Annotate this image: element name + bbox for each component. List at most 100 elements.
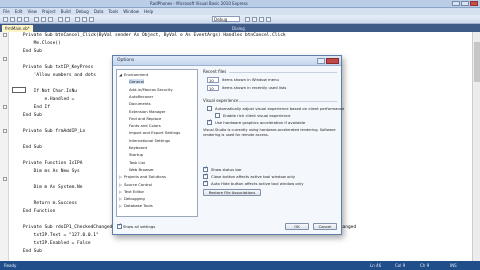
tree-expander-icon[interactable]: ▷ <box>119 189 122 194</box>
tree-expander-icon[interactable]: ◢ <box>119 72 122 77</box>
dialog-help-button[interactable] <box>317 58 325 64</box>
tree-item[interactable]: Import and Export Settings <box>129 130 180 135</box>
menu-edit[interactable]: Edit <box>15 9 23 14</box>
minimize-button[interactable] <box>452 1 460 6</box>
open-file-icon[interactable] <box>10 17 15 22</box>
collapse-toggle[interactable] <box>3 57 7 61</box>
copy-icon[interactable] <box>41 17 46 22</box>
config-select[interactable]: Debug <box>212 16 240 22</box>
menu-debug[interactable]: Debug <box>76 9 89 14</box>
collapse-toggle[interactable] <box>3 33 7 37</box>
scroll-thumb[interactable] <box>474 42 480 82</box>
code-line: Dim m As System.Ne <box>12 185 83 190</box>
redo-icon[interactable] <box>65 17 70 22</box>
tree-expander-icon[interactable]: ▷ <box>119 174 122 179</box>
tree-item[interactable]: Text Editor <box>124 189 144 194</box>
tree-item[interactable]: Fonts and Colors <box>129 123 161 128</box>
tree-expander-icon[interactable]: ▷ <box>119 203 122 208</box>
find-icon[interactable] <box>245 17 250 22</box>
maximize-button[interactable] <box>461 1 469 6</box>
hw-accel-checkbox[interactable] <box>207 119 212 125</box>
close-button[interactable] <box>470 1 478 6</box>
code-line: Private Function IsIPA <box>12 161 83 166</box>
code-line: Private Sub btnCancel_Click(ByVal sender… <box>12 33 286 38</box>
menu-tools[interactable]: Tools <box>108 9 118 14</box>
ok-button[interactable]: OK <box>285 223 309 230</box>
save-icon[interactable] <box>17 17 22 22</box>
tree-item[interactable]: Keyboard <box>129 145 147 150</box>
menu-file[interactable]: File <box>3 9 10 14</box>
tree-item[interactable]: Database Tools <box>124 203 153 208</box>
menu-view[interactable]: View <box>27 9 37 14</box>
auto-hide-checkbox[interactable] <box>203 180 208 186</box>
dialog-close-button[interactable] <box>326 58 339 64</box>
tree-item[interactable]: Web Browser <box>129 167 154 172</box>
hw-accel-label: Use hardware graphics acceleration if av… <box>215 120 306 125</box>
code-line: End Sub <box>12 145 42 150</box>
pause-icon[interactable] <box>82 17 87 22</box>
start-debug-icon[interactable] <box>75 17 80 22</box>
window-title: RadPhones - Microsoft Visual Basic 2010 … <box>150 1 248 6</box>
tree-item[interactable]: Startup <box>129 152 143 157</box>
cancel-button[interactable]: Cancel <box>313 223 337 230</box>
dialog-window-controls <box>317 58 339 64</box>
show-all-settings-label: Show all settings <box>123 224 156 229</box>
tree-item[interactable]: Find and Replace <box>129 116 161 121</box>
options-panel: Recent files 10 items shown in Window me… <box>203 69 344 217</box>
menu-window[interactable]: Window <box>123 9 139 14</box>
tree-item[interactable]: Task List <box>129 160 145 165</box>
divider <box>229 72 337 73</box>
recent-files-heading: Recent files <box>203 69 227 74</box>
rich-client-checkbox[interactable] <box>215 113 220 118</box>
divider <box>237 101 337 102</box>
status-text: Ready <box>4 263 17 268</box>
vertical-scrollbar[interactable] <box>472 32 480 261</box>
menu-bar: File Edit View Project Build Debug Data … <box>0 8 480 15</box>
tree-item[interactable]: General <box>129 79 144 85</box>
status-bar-checkbox[interactable] <box>203 166 208 172</box>
stop-icon[interactable] <box>89 17 94 22</box>
tree-expander-icon[interactable]: ▷ <box>119 182 122 187</box>
tree-item[interactable]: International Settings <box>129 138 170 143</box>
menu-data[interactable]: Data <box>94 9 104 14</box>
auto-adjust-checkbox[interactable] <box>207 106 212 111</box>
paste-icon[interactable] <box>48 17 53 22</box>
new-project-icon[interactable] <box>3 17 8 22</box>
status-line: Ln 46 <box>370 263 382 268</box>
code-line: End Sub <box>12 249 42 254</box>
tree-item[interactable]: AutoRecover <box>129 94 153 99</box>
restore-associations-button[interactable]: Restore File Associations <box>203 189 261 196</box>
close-tabs-checkbox[interactable] <box>203 173 208 179</box>
tree-item[interactable]: Source Control <box>124 182 152 187</box>
tree-item[interactable]: Environment <box>124 72 148 77</box>
code-line: txtIP.Text = "127.0.0.1" <box>12 233 99 238</box>
collapse-toggle[interactable] <box>3 177 7 181</box>
collapse-toggle[interactable] <box>3 105 7 109</box>
options-tree[interactable]: ◢ Environment General Add-in/Macros Securit… <box>116 69 198 217</box>
toolbox-icon[interactable] <box>266 17 271 22</box>
menu-help[interactable]: Help <box>144 9 153 14</box>
tab-frmmain[interactable]: frmMain.vb* <box>2 25 33 32</box>
close-tabs-label: Close button affects active tool window … <box>211 174 296 179</box>
menu-build[interactable]: Build <box>61 9 71 14</box>
recent-count-input[interactable]: 10 <box>207 85 219 91</box>
tree-expander-icon[interactable]: ▷ <box>119 196 122 201</box>
tree-item[interactable]: Add-in/Macros Security <box>129 87 173 92</box>
save-all-icon[interactable] <box>24 17 29 22</box>
undo-icon[interactable] <box>58 17 63 22</box>
window-menu-count-input[interactable]: 10 <box>207 77 219 83</box>
collapse-toggle[interactable] <box>3 129 7 133</box>
tree-item[interactable]: Extension Manager <box>129 109 166 114</box>
cut-icon[interactable] <box>34 17 39 22</box>
code-line: txtIP.Enabled = False <box>12 241 91 246</box>
properties-icon[interactable] <box>259 17 264 22</box>
solution-explorer-icon[interactable] <box>252 17 257 22</box>
tree-item[interactable]: Debugging <box>124 196 145 201</box>
tree-item[interactable]: Documents <box>129 101 151 106</box>
show-all-settings-checkbox[interactable] <box>117 223 122 229</box>
tree-item[interactable]: Projects and Solutions <box>124 174 166 179</box>
menu-project[interactable]: Project <box>42 9 56 14</box>
code-line: Return m.Success <box>12 201 78 206</box>
dialog-title-bar: Options <box>113 56 341 66</box>
code-line: 'Allow numbers and dots <box>12 73 96 78</box>
